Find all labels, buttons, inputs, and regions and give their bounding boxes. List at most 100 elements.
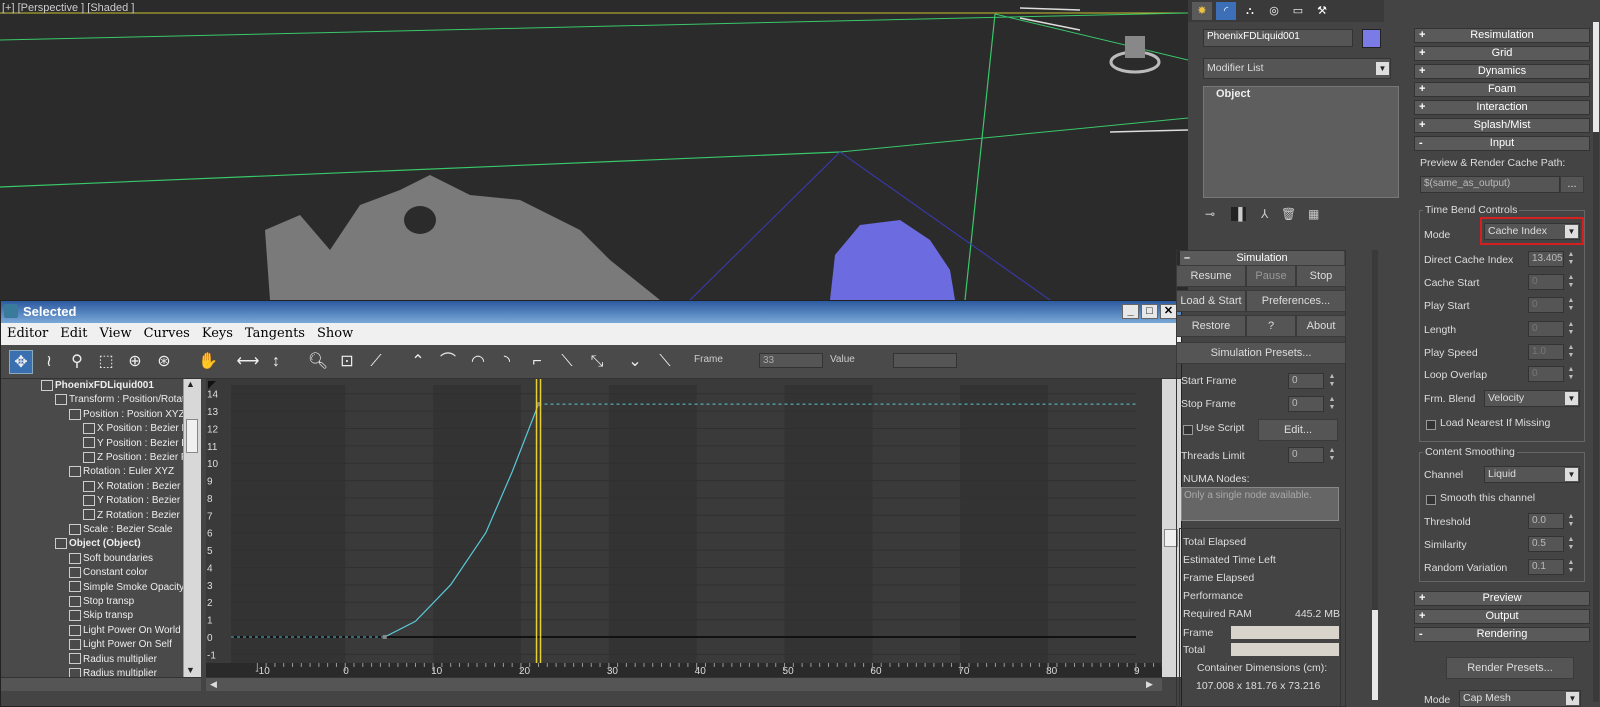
- random-variation-spinner[interactable]: ▲ ▼: [1566, 559, 1576, 575]
- similarity-input[interactable]: 0.5: [1528, 536, 1564, 552]
- sim-panel-scrollbar[interactable]: [1372, 250, 1378, 700]
- scroll-right-icon[interactable]: ▶: [1146, 679, 1153, 690]
- chevron-down-icon[interactable]: ▼: [1566, 692, 1579, 705]
- create-tab-icon[interactable]: ✸: [1192, 2, 1212, 20]
- render-presets-button[interactable]: Render Presets...: [1446, 657, 1574, 679]
- cache-start-input[interactable]: 0: [1528, 274, 1564, 290]
- menu-curves[interactable]: Curves: [138, 323, 196, 341]
- rollout-header[interactable]: + Interaction: [1414, 100, 1590, 115]
- simulation-header[interactable]: – Simulation: [1180, 251, 1344, 266]
- isolate-curve-icon[interactable]: ⟋: [364, 350, 388, 374]
- scroll-up-icon[interactable]: ▲: [186, 379, 195, 389]
- tree-item[interactable]: X Position : Bezier Fl: [83, 422, 190, 436]
- channel-dropdown[interactable]: Liquid ▼: [1484, 466, 1580, 483]
- perspective-viewport[interactable]: [+] [Perspective ] [Shaded ]: [0, 0, 1188, 300]
- zoom-region-icon[interactable]: ⊡: [335, 350, 359, 374]
- threshold-input[interactable]: 0.0: [1528, 513, 1564, 529]
- modifier-list-dropdown[interactable]: Modifier List ▼: [1203, 58, 1391, 79]
- length-input[interactable]: 0: [1528, 321, 1564, 337]
- tangent-step-icon[interactable]: ⌐: [525, 350, 549, 374]
- value-field[interactable]: [893, 353, 957, 368]
- play-speed-input[interactable]: 1.0: [1528, 344, 1564, 360]
- threads-limit-input[interactable]: 0: [1288, 447, 1324, 463]
- start-frame-spinner[interactable]: ▲ ▼: [1327, 373, 1337, 389]
- params-scroll-thumb[interactable]: [1593, 22, 1599, 132]
- threads-spinner[interactable]: ▲ ▼: [1327, 447, 1337, 463]
- tree-item[interactable]: Skip transp: [69, 609, 133, 623]
- play-speed-spinner[interactable]: ▲ ▼: [1566, 344, 1576, 360]
- curve-graph[interactable]: 14 13 12 11 10 9 8 7 6 5 4 3 2 1 0 -1 -10 0 10 20 30 40 50 60 70…: [206, 379, 1162, 677]
- rollout-header[interactable]: - Input: [1414, 136, 1590, 151]
- tree-item[interactable]: Object (Object): [55, 537, 141, 551]
- play-start-input[interactable]: 0: [1528, 297, 1564, 313]
- direct-cache-spinner[interactable]: ▲ ▼: [1566, 251, 1576, 267]
- tree-item[interactable]: Constant color: [69, 566, 147, 580]
- chevron-down-icon[interactable]: ▼: [1376, 62, 1389, 75]
- tree-item[interactable]: Transform : Position/Rotati: [55, 393, 187, 407]
- about-button[interactable]: About: [1296, 315, 1346, 337]
- rollout-header[interactable]: + Output: [1414, 609, 1590, 624]
- restore-button[interactable]: Restore: [1176, 315, 1246, 337]
- tangent-slow-icon[interactable]: ◝: [495, 350, 519, 374]
- retime-icon[interactable]: ⊕: [123, 350, 147, 374]
- remove-modifier-icon[interactable]: 🗑︎: [1281, 207, 1296, 221]
- stop-frame-spinner[interactable]: ▲ ▼: [1327, 396, 1337, 412]
- tree-item[interactable]: Position : Position XYZ: [69, 408, 185, 422]
- cache-start-spinner[interactable]: ▲ ▼: [1566, 274, 1576, 290]
- frm-blend-dropdown[interactable]: Velocity ▼: [1484, 390, 1580, 407]
- menu-keys[interactable]: Keys: [196, 323, 239, 341]
- sim-panel-scroll-thumb[interactable]: [1372, 610, 1378, 700]
- resume-button[interactable]: Resume: [1176, 265, 1246, 287]
- edit-script-button[interactable]: Edit...: [1258, 419, 1338, 441]
- scroll-left-icon[interactable]: ◀: [210, 679, 217, 690]
- hierarchy-tab-icon[interactable]: ⛬: [1240, 2, 1260, 20]
- frame-field[interactable]: 33: [759, 353, 823, 368]
- tangent-fast-icon[interactable]: ◠: [466, 350, 490, 374]
- params-scrollbar[interactable]: [1593, 22, 1599, 702]
- smooth-channel-checkbox[interactable]: [1426, 495, 1436, 505]
- menu-tangents[interactable]: Tangents: [239, 323, 311, 341]
- preferences-button[interactable]: Preferences...: [1246, 290, 1346, 312]
- tree-item[interactable]: Radius multiplier: [69, 667, 157, 677]
- tree-item[interactable]: Simple Smoke Opacity: [69, 581, 184, 595]
- tree-item[interactable]: X Rotation : Bezier F: [83, 480, 189, 494]
- chevron-down-icon[interactable]: ▼: [1565, 392, 1578, 405]
- tree-hscroll[interactable]: [1, 677, 201, 691]
- frame-horizontal-icon[interactable]: ⟷: [236, 350, 260, 374]
- rollout-header[interactable]: + Foam: [1414, 82, 1590, 97]
- viewport-label[interactable]: [+] [Perspective ] [Shaded ]: [2, 2, 134, 14]
- window-title-bar[interactable]: Selected _ □ ✕: [1, 301, 1181, 323]
- object-name-field[interactable]: PhoenixFDLiquid001: [1203, 29, 1353, 47]
- pause-button[interactable]: Pause: [1246, 265, 1296, 287]
- similarity-spinner[interactable]: ▲ ▼: [1566, 536, 1576, 552]
- tangent-linear-icon[interactable]: ⟍: [555, 350, 579, 374]
- retime-all-icon[interactable]: ⊛: [152, 350, 176, 374]
- region-tool-icon[interactable]: ⬚: [94, 350, 118, 374]
- display-tab-icon[interactable]: ▭: [1288, 2, 1308, 20]
- load-nearest-checkbox[interactable]: [1426, 420, 1436, 430]
- cache-path-browse-button[interactable]: ...: [1560, 176, 1584, 193]
- use-script-checkbox[interactable]: [1183, 425, 1193, 435]
- start-frame-input[interactable]: 0: [1288, 373, 1324, 389]
- frame-value-icon[interactable]: ↕: [264, 350, 288, 374]
- simulation-presets-button[interactable]: Simulation Presets...: [1176, 342, 1346, 364]
- show-keys-icon[interactable]: ⟍: [653, 350, 677, 374]
- loop-overlap-input[interactable]: 0: [1528, 366, 1564, 382]
- insert-key-icon[interactable]: ⚲: [65, 350, 89, 374]
- modifier-stack[interactable]: Object: [1203, 86, 1399, 198]
- mode-dropdown[interactable]: Cache Index ▼: [1484, 223, 1580, 240]
- zoom-icon[interactable]: 🔍︎: [306, 350, 330, 374]
- rollout-header[interactable]: + Preview: [1414, 591, 1590, 606]
- curve-graph-svg[interactable]: 14131211109876543210-1-10 0 10 20 30 40 50 60 70…: [206, 379, 1162, 677]
- tree-item[interactable]: PhoenixFDLiquid001: [41, 379, 154, 393]
- minimize-button[interactable]: _: [1122, 304, 1139, 319]
- tree-item[interactable]: Z Position : Bezier Fl: [83, 451, 189, 465]
- loop-overlap-spinner[interactable]: ▲ ▼: [1566, 366, 1576, 382]
- tree-item[interactable]: Y Rotation : Bezier F: [83, 494, 189, 508]
- tree-item[interactable]: Z Rotation : Bezier F: [83, 509, 189, 523]
- chevron-down-icon[interactable]: ▼: [1565, 468, 1578, 481]
- tree-item[interactable]: Y Position : Bezier Fl: [83, 437, 190, 451]
- stop-button[interactable]: Stop: [1296, 265, 1346, 287]
- render-mode-dropdown[interactable]: Cap Mesh ▼: [1459, 690, 1581, 707]
- tangent-auto-icon[interactable]: ⌃: [406, 350, 430, 374]
